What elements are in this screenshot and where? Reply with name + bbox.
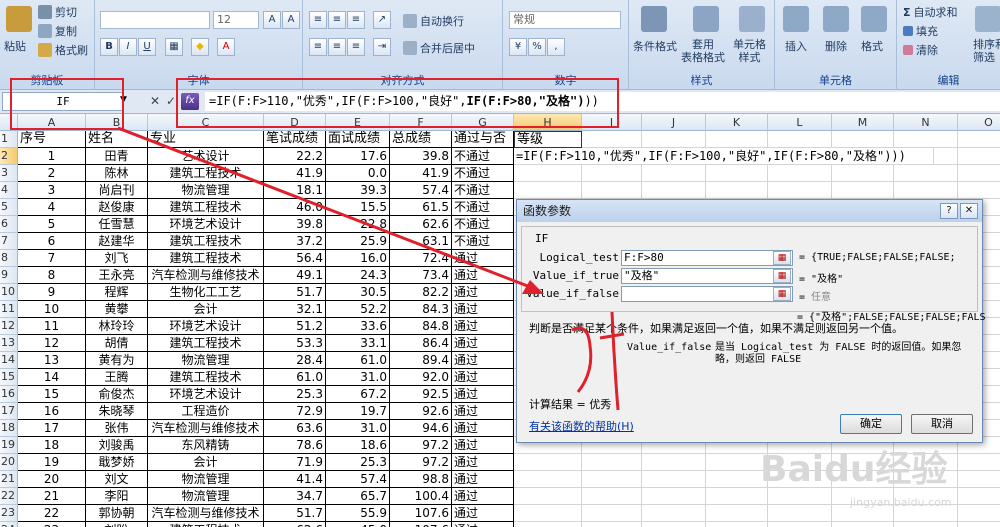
editing-cell[interactable]: =IF(F:F>110,"优秀",IF(F:F>100,"良好",IF(F:F>… (514, 148, 934, 165)
annotation-arrow-head (522, 280, 544, 294)
annotation-handwriting (571, 311, 625, 411)
watermark-url: jingyan.baidu.com (850, 496, 952, 509)
annotation-arrow-line (117, 126, 539, 292)
baidu-watermark: Baidu经验 (760, 449, 948, 490)
